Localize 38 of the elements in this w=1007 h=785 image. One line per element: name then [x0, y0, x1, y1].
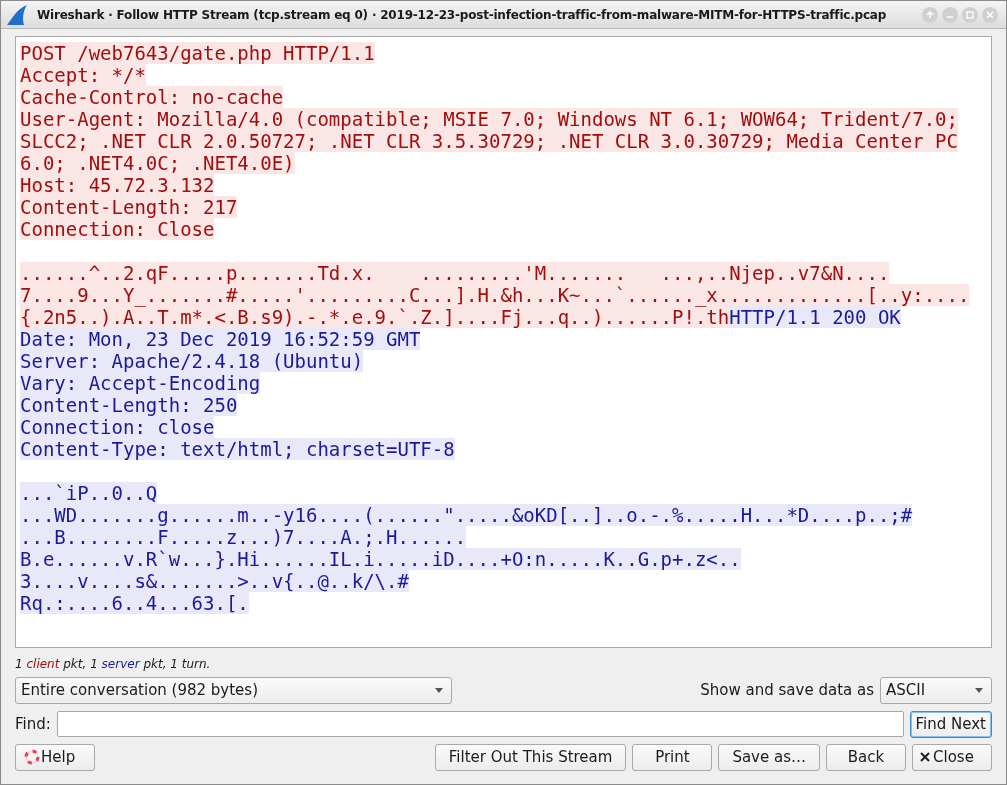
client-data-text: Accept: */* — [20, 64, 146, 86]
dialog-button[interactable]: Save as… — [718, 743, 820, 771]
find-next-button[interactable]: Find Next — [909, 710, 992, 738]
server-data-text: ...`iP..0..Q — [20, 482, 158, 504]
server-data-text: Vary: Accept-Encoding — [20, 372, 261, 394]
client-data-text: ......^..2.qF.....p.......Td.x. .........'M....... ...,..Njep..v7&N.... — [20, 262, 890, 284]
dialog-button[interactable]: Print — [632, 743, 713, 771]
conversation-select[interactable]: Entire conversation (982 bytes) — [15, 677, 452, 704]
find-label: Find: — [15, 713, 51, 735]
client-data-text: User-Agent: Mozilla/4.0 (compatible; MSIE 7.0; Windows NT 6.1; WOW64; Trident/7.0; — [20, 108, 958, 130]
client-data-text: 6.0; .NET4.0C; .NET4.0E) — [20, 152, 295, 174]
server-data-text: Connection: close — [20, 416, 215, 438]
help-button[interactable]: Help — [15, 743, 95, 771]
format-select[interactable]: ASCII — [880, 677, 992, 704]
server-data-text: Content-Type: text/html; charset=UTF-8 — [20, 438, 455, 460]
server-data-text: ...WD.......g......m..-y16....(......".....&oKD[..]..o.-.%.....H...*D....p..;# — [20, 504, 913, 526]
client-data-text: Content-Length: 217 — [20, 196, 238, 218]
client-data-text: {.2n5..).A..T.m*.<.B.s9).-.*.e.9.`.Z.]....Fj...q..)......P!.th — [20, 306, 730, 328]
server-data-text: Rq.:....6..4...63.[. — [20, 592, 249, 614]
server-data-text: ...B........F.....z...)7....A.;.H...... — [20, 526, 467, 548]
client-data-text: Connection: Close — [20, 218, 215, 240]
server-data-text: HTTP/1.1 200 OK — [729, 306, 901, 328]
server-data-text: B.e......v.R`w...}.Hi......IL.i.....iD....+O:n.....K..G.p+.z<.. — [20, 548, 741, 570]
stream-summary: 1 client pkt, 1 server pkt, 1 turn. — [15, 656, 212, 671]
dialog-button[interactable]: Filter Out This Stream — [434, 743, 627, 771]
client-data-text: Cache-Control: no-cache — [20, 86, 284, 108]
client-data-text: Host: 45.72.3.132 — [20, 174, 215, 196]
client-data-text: POST /web7643/gate.php HTTP/1.1 — [20, 42, 375, 64]
server-data-text: Date: Mon, 23 Dec 2019 16:52:59 GMT — [20, 328, 421, 350]
dialog-button[interactable]: Back — [826, 743, 906, 771]
server-data-text: Content-Length: 250 — [20, 394, 238, 416]
close-button[interactable]: Close — [912, 743, 992, 771]
client-data-text: 7....9...Y_.......#.....'.........C...].H.&h...K~...`......_x.............[..y:.... — [20, 284, 970, 306]
client-data-text: SLCC2; .NET CLR 2.0.50727; .NET CLR 3.5.30729; .NET CLR 3.0.30729; Media Center PC — [20, 130, 958, 152]
server-data-text: Server: Apache/2.4.18 (Ubuntu) — [20, 350, 364, 372]
format-label: Show and save data as — [700, 680, 874, 702]
window-title: Wireshark · Follow HTTP Stream (tcp.stream eq 0) · 2019-12-23-post-infection-traffic-from-malware-MITM-for-HTTPS-traffic.pcap — [37, 6, 888, 24]
server-data-text: 3....v....s&.......>..v{..@..k/\.# — [20, 570, 409, 592]
